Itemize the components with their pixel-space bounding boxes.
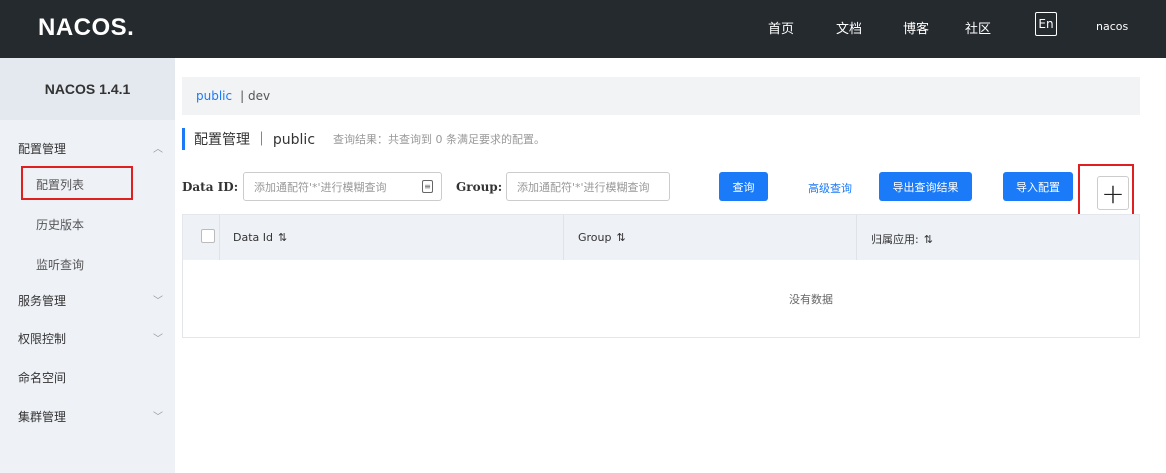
table-header: Data Id ⇅ Group ⇅ 归属应用: ⇅	[183, 215, 1139, 260]
group-input[interactable]: 添加通配符'*'进行模糊查询	[506, 172, 670, 201]
page-title: 配置管理 ｜ public	[194, 132, 316, 148]
column-divider	[856, 215, 857, 260]
column-label: Group	[578, 231, 612, 244]
nav-home-link[interactable]: 首页	[768, 18, 794, 37]
top-nav-bar: NACOS. 首页 文档 博客 社区 En nacos	[0, 0, 1166, 58]
import-config-button[interactable]: 导入配置	[1003, 172, 1073, 201]
group-label: Group:	[456, 180, 503, 194]
sidebar-item-history[interactable]: 历史版本	[0, 206, 175, 242]
nav-community-link[interactable]: 社区	[965, 18, 991, 37]
page-title-row: 配置管理 ｜ public 查询结果：共查询到 0 条满足要求的配置。	[182, 126, 545, 152]
nav-docs-link[interactable]: 文档	[836, 18, 862, 37]
namespace-dev-link[interactable]: | dev	[240, 89, 270, 103]
empty-state: 没有数据	[789, 292, 833, 306]
sort-icon[interactable]: ⇅	[924, 233, 933, 246]
username[interactable]: nacos	[1096, 20, 1128, 33]
config-table: Data Id ⇅ Group ⇅ 归属应用: ⇅ 没有数据	[182, 214, 1140, 338]
data-id-placeholder: 添加通配符'*'进行模糊查询	[254, 180, 387, 194]
chevron-down-icon: ﹀	[153, 296, 163, 307]
group-placeholder: 添加通配符'*'进行模糊查询	[517, 180, 650, 194]
sidebar: NACOS 1.4.1 配置管理 ︿ 配置列表 历史版本 监听查询 服务管理 ﹀…	[0, 58, 175, 473]
column-label: Data Id	[233, 231, 273, 244]
column-header-data-id[interactable]: Data Id ⇅	[233, 231, 287, 244]
query-result-summary: 查询结果：共查询到 0 条满足要求的配置。	[333, 133, 546, 146]
sort-icon[interactable]: ⇅	[617, 231, 626, 244]
sidebar-item-label: 配置管理	[18, 141, 67, 156]
sidebar-item-label: 历史版本	[36, 217, 85, 232]
data-id-input[interactable]: 添加通配符'*'进行模糊查询 ≡	[243, 172, 442, 201]
query-button[interactable]: 查询	[719, 172, 768, 201]
config-list-highlight	[21, 166, 133, 200]
sidebar-item-label: 服务管理	[18, 293, 67, 308]
data-id-label: Data ID:	[182, 180, 239, 194]
sidebar-item-label: 监听查询	[36, 257, 85, 272]
export-results-button[interactable]: 导出查询结果	[879, 172, 972, 201]
add-config-button[interactable]: +	[1097, 176, 1129, 210]
chevron-up-icon: ︿	[153, 144, 163, 155]
nav-blog-link[interactable]: 博客	[903, 18, 929, 37]
sidebar-item-cluster-management[interactable]: 集群管理 ﹀	[0, 398, 175, 434]
sidebar-item-config-management[interactable]: 配置管理 ︿	[0, 130, 175, 166]
nacos-logo[interactable]: NACOS.	[38, 14, 134, 42]
sidebar-item-label: 集群管理	[18, 409, 67, 424]
advanced-query-link[interactable]: 高级查询	[808, 180, 852, 196]
column-divider	[563, 215, 564, 260]
sidebar-item-listener-query[interactable]: 监听查询	[0, 246, 175, 282]
namespace-public-link[interactable]: public	[196, 89, 232, 103]
input-clipboard-icon[interactable]: ≡	[422, 180, 433, 193]
language-switch-button[interactable]: En	[1035, 12, 1057, 36]
sidebar-item-service-management[interactable]: 服务管理 ﹀	[0, 282, 175, 318]
namespace-breadcrumb: public | dev	[182, 77, 1140, 115]
chevron-down-icon: ﹀	[153, 412, 163, 423]
sort-icon[interactable]: ⇅	[278, 231, 287, 244]
title-accent-bar	[182, 128, 185, 150]
select-all-checkbox[interactable]	[201, 229, 215, 243]
column-header-group[interactable]: Group ⇅	[578, 231, 626, 244]
sidebar-item-label: 权限控制	[18, 331, 67, 346]
sidebar-item-access-control[interactable]: 权限控制 ﹀	[0, 320, 175, 356]
column-divider	[219, 215, 220, 260]
column-label: 归属应用:	[871, 233, 919, 246]
column-header-app[interactable]: 归属应用: ⇅	[871, 231, 933, 247]
version-label: NACOS 1.4.1	[0, 58, 175, 120]
sidebar-item-label: 命名空间	[18, 370, 67, 385]
chevron-down-icon: ﹀	[153, 334, 163, 345]
sidebar-item-namespace[interactable]: 命名空间	[0, 359, 175, 395]
